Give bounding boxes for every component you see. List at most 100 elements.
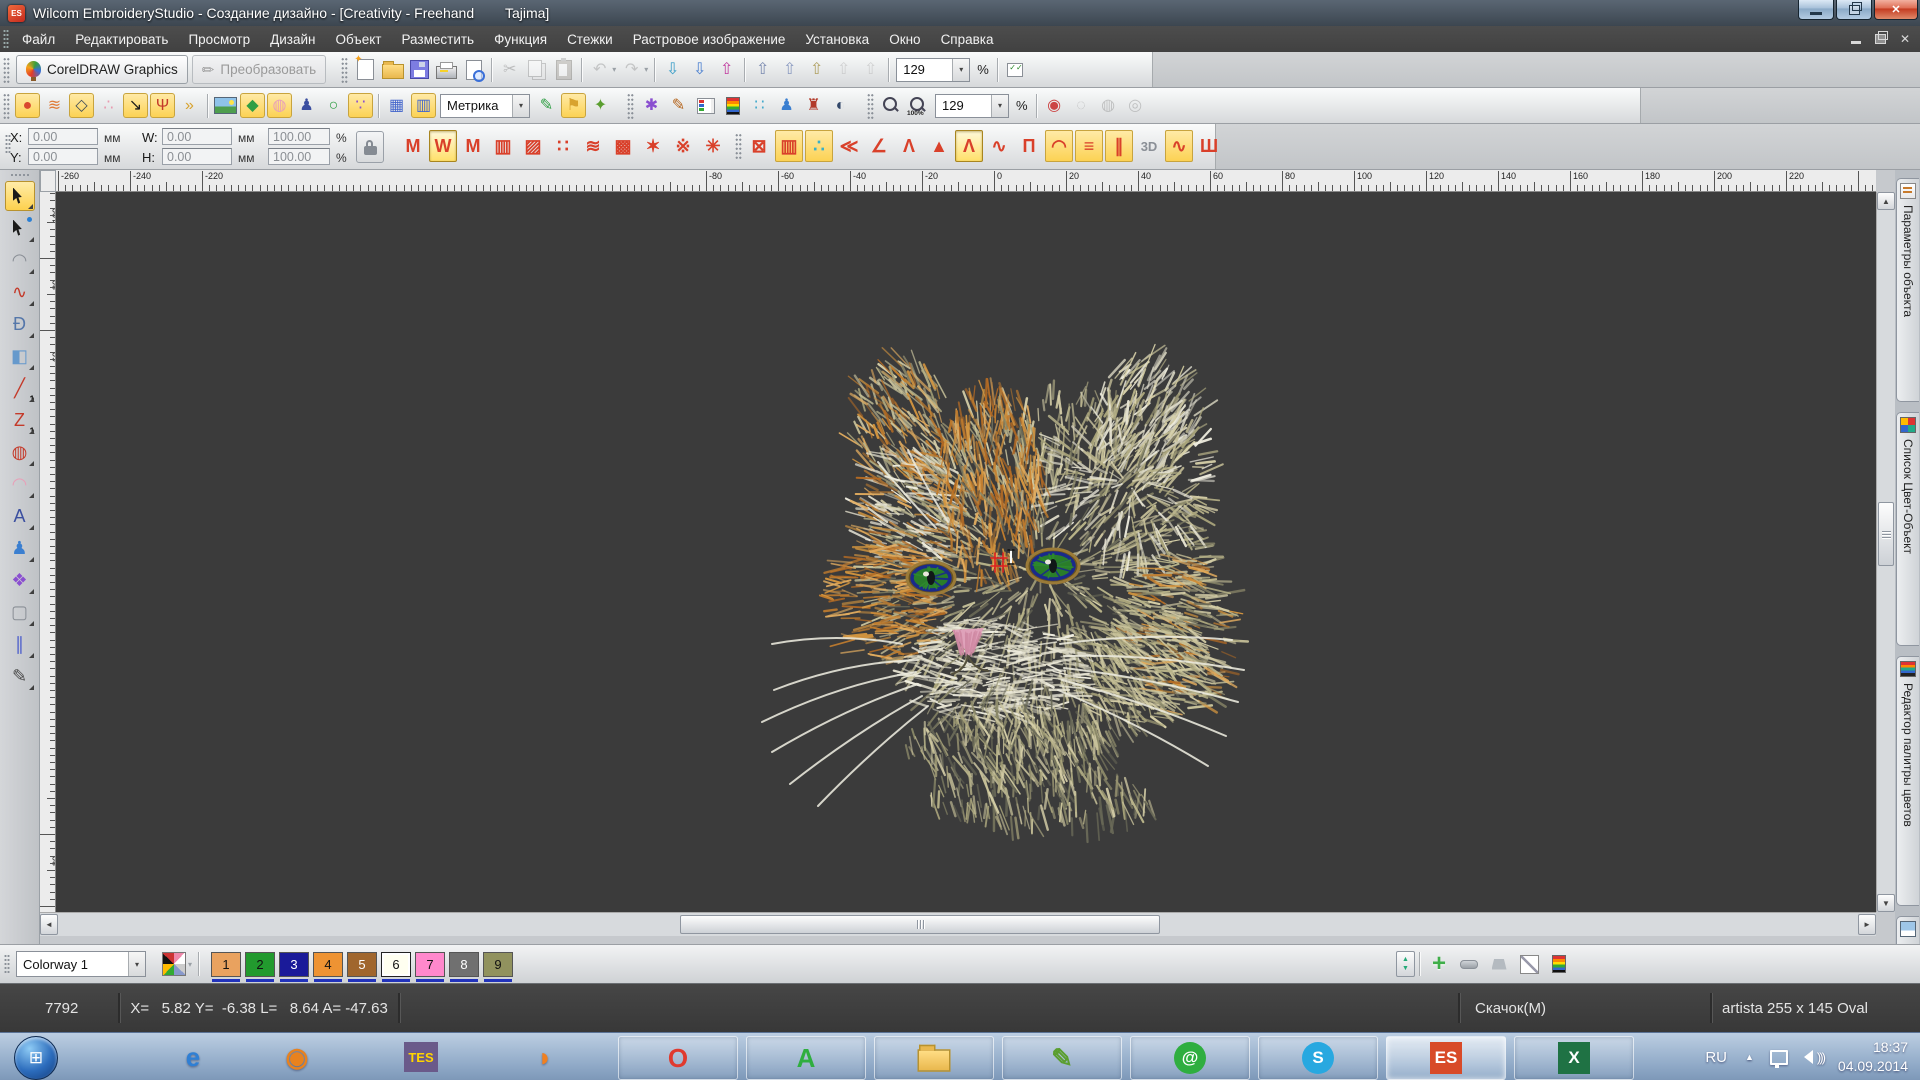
3d-warp-icon[interactable]: 3D (1135, 130, 1163, 162)
menu-item-2[interactable]: Редактировать (65, 28, 178, 51)
taskbar-mailru-agent[interactable]: @ (1130, 1036, 1250, 1080)
taskbar-embroidery-studio[interactable]: ES (1386, 1036, 1506, 1080)
color-swatch-9[interactable]: 9 (483, 952, 513, 977)
smart-corner-cap-icon[interactable]: ▲ (925, 130, 953, 162)
paste-icon[interactable] (551, 57, 576, 82)
open-design-icon[interactable] (380, 57, 405, 82)
background-day-night-icon[interactable]: ◐ (828, 93, 853, 118)
volume-icon[interactable] (1804, 1050, 1813, 1064)
palette-editor-button[interactable] (1546, 951, 1572, 977)
remove-color-button[interactable] (1456, 951, 1482, 977)
thread-colors-import-icon[interactable]: ⇧ (714, 57, 739, 82)
zoom-factor-combo-arrow[interactable]: ▾ (952, 59, 969, 81)
satin-narrow-icon[interactable]: M (399, 130, 427, 162)
contour-lines-effect-icon[interactable]: ≡ (1075, 130, 1103, 162)
menu-item-6[interactable]: Разместить (392, 28, 485, 51)
motif-fill-scroll-icon[interactable]: ✶ (639, 130, 667, 162)
child-minimize-button[interactable] (1851, 34, 1861, 44)
satin-stitch-icon[interactable]: W (429, 130, 457, 162)
grid-icon[interactable]: ▦ (384, 93, 409, 118)
zoom-object-icon[interactable]: ◎ (1123, 93, 1148, 118)
write-to-disk-icon[interactable]: ⇧ (804, 57, 829, 82)
horizontal-scrollbar[interactable]: ◄ ► (40, 912, 1876, 936)
scale-y-field[interactable] (268, 148, 330, 165)
team-names-icon[interactable]: ♟ (774, 93, 799, 118)
w-field[interactable] (162, 128, 232, 145)
swatch-spinner[interactable]: ▲▼ (1396, 951, 1415, 977)
dot-fill-icon[interactable]: ∷ (549, 130, 577, 162)
coreldraw-graphics-button[interactable]: CorelDRAW Graphics (16, 55, 188, 84)
menu-item-12[interactable]: Справка (931, 28, 1004, 51)
vertical-scroll-thumb[interactable] (1878, 502, 1894, 566)
motif-fill-paisley-icon[interactable]: ✳ (699, 130, 727, 162)
undo-icon[interactable]: ↶ (587, 57, 612, 82)
zoom-tool-icon[interactable] (879, 93, 904, 118)
digitize-line-tool-icon[interactable]: ↘ (123, 93, 148, 118)
team-names-tool[interactable]: ♟ (5, 533, 35, 563)
palette-grid-button[interactable] (161, 951, 187, 977)
copy-icon[interactable] (524, 57, 549, 82)
stipple-effect-icon[interactable]: ∴ (805, 130, 833, 162)
clipart-fish-icon[interactable]: » (177, 93, 202, 118)
lattice-fill-icon[interactable]: ▩ (609, 130, 637, 162)
fill-background-button[interactable] (1486, 951, 1512, 977)
menu-item-11[interactable]: Окно (879, 28, 930, 51)
magic-wand-icon[interactable]: ✎ (534, 93, 559, 118)
applique-patch-icon[interactable]: ∴ (96, 93, 121, 118)
run-stitch-tool-icon[interactable]: ● (15, 93, 40, 118)
digitize-plant-icon[interactable]: ✦ (588, 93, 613, 118)
insert-design-icon[interactable]: ⇩ (660, 57, 685, 82)
auto-split-effect-icon[interactable]: ▥ (775, 130, 803, 162)
taskbar-downloader[interactable]: ◗ (520, 1037, 570, 1077)
add-color-button[interactable]: + (1426, 951, 1452, 977)
border-tool[interactable]: ▢ (5, 597, 35, 627)
contour-fill-icon[interactable]: ≋ (579, 130, 607, 162)
vertical-scrollbar[interactable]: ▲ ▼ (1876, 192, 1895, 912)
dotted-outline-icon[interactable]: ◌ (1069, 93, 1094, 118)
machine-queue-disabled-icon[interactable]: ⇧ (858, 57, 883, 82)
radial-fill-effect-icon[interactable]: ≪ (835, 130, 863, 162)
closed-shape-tool-icon[interactable]: ◇ (69, 93, 94, 118)
hatch-effect-icon[interactable]: ∥ (1105, 130, 1133, 162)
program-split-icon[interactable]: ▨ (519, 130, 547, 162)
zoom-selected-icon[interactable]: ◍ (1096, 93, 1121, 118)
jagged-edge-effect-icon[interactable]: ∿ (985, 130, 1013, 162)
taskbar-graphics-editor[interactable]: ✎ (1002, 1036, 1122, 1080)
units-combo-arrow[interactable]: ▾ (512, 95, 529, 117)
new-design-icon[interactable] (353, 57, 378, 82)
print-preview-icon[interactable] (461, 57, 486, 82)
docker-tab-1[interactable]: Параметры объекта (1896, 178, 1919, 402)
parallel-guides-tool[interactable]: ∥ (5, 629, 35, 659)
freehand-pencil-tool[interactable]: ✎ (5, 661, 35, 691)
stem-stitch-tool-icon[interactable]: ≋ (42, 93, 67, 118)
docker-tab-3[interactable]: Редактор палитры цветов (1896, 656, 1919, 906)
freehand-open-tool[interactable]: ∿ (5, 277, 35, 307)
close-button[interactable]: ✕ (1874, 0, 1918, 20)
undo-dropdown[interactable]: ▾ (612, 65, 616, 74)
color-swatch-1[interactable]: 1 (211, 952, 241, 977)
scroll-left-button[interactable]: ◄ (40, 914, 58, 935)
scale-x-field[interactable] (268, 128, 330, 145)
tatami-fill-icon[interactable]: ▥ (489, 130, 517, 162)
restore-button[interactable] (1836, 0, 1872, 20)
aspect-lock-button[interactable] (356, 131, 384, 163)
ruler-origin-button[interactable] (40, 170, 56, 192)
taskbar-skype[interactable]: S (1258, 1036, 1378, 1080)
reshape-flag-icon[interactable]: ⚑ (561, 93, 586, 118)
menu-item-4[interactable]: Дизайн (260, 28, 325, 51)
zoom-level-combo[interactable]: 129▾ (935, 94, 1009, 118)
convert-button[interactable]: ✏Преобразовать (192, 55, 326, 84)
zoom-factor-combo[interactable]: 129▾ (896, 58, 970, 82)
colorway-combo[interactable]: Colorway 1 ▾ (16, 951, 146, 977)
line-tool[interactable]: ╱1 (5, 373, 35, 403)
block-digitize-tool[interactable]: ◧ (5, 341, 35, 371)
taskbar-media-player[interactable]: ◉ (272, 1037, 322, 1077)
trapunto-effect-icon[interactable]: Ш (1195, 130, 1223, 162)
menu-item-8[interactable]: Стежки (557, 28, 623, 51)
select-tool[interactable] (5, 181, 35, 211)
taskbar-internet-explorer[interactable]: e (168, 1037, 218, 1077)
h-field[interactable] (162, 148, 232, 165)
docker-tab-2[interactable]: Список Цвет-Объект (1896, 412, 1919, 646)
color-swatch-2[interactable]: 2 (245, 952, 275, 977)
clock[interactable]: 18:37 04.09.2014 (1838, 1038, 1908, 1076)
